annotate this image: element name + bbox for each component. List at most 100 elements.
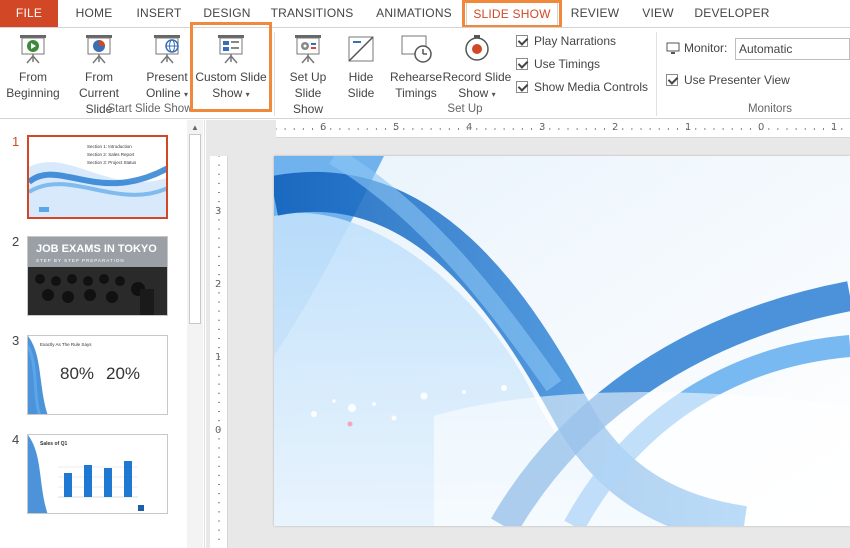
custom-slide-show-highlight <box>190 22 272 112</box>
rehearse-label-1: Rehearse <box>389 70 443 84</box>
vertical-ruler: 3 2 1 0 <box>210 156 228 548</box>
monitors-group-label: Monitors <box>747 103 793 115</box>
hide-slide-label-2: Slide <box>347 86 375 100</box>
from-beginning-label-2: Beginning <box>6 86 60 100</box>
set-up-slide-show-button[interactable]: Set Up Slide Show <box>278 32 338 117</box>
rehearse-label-2: Timings <box>395 86 437 100</box>
checkbox-checked-icon <box>516 81 528 93</box>
present-online-icon <box>154 35 180 64</box>
slide-number: 4 <box>12 432 20 447</box>
use-timings-label: Use Timings <box>534 57 601 71</box>
presenter-view-label: Use Presenter View <box>684 73 790 87</box>
ruler-label: 1 <box>215 352 222 363</box>
ruler-label: 1 <box>685 122 692 133</box>
present-online-label-1: Present <box>146 70 188 84</box>
tab-transitions[interactable]: TRANSITIONS <box>266 0 358 27</box>
tab-animations[interactable]: ANIMATIONS <box>368 0 460 27</box>
setup-label-1: Set Up <box>289 70 327 84</box>
slide-thumbnails-pane: 1 Section 1: Introduction Section 2: Sal… <box>0 120 205 548</box>
show-media-controls-checkbox[interactable]: Show Media Controls <box>516 80 648 94</box>
ruler-label: 4 <box>466 122 473 133</box>
ruler-label: 6 <box>320 122 327 133</box>
slide-1-line: Section 1: Introduction <box>87 144 132 149</box>
slide-3-value-1: 80% <box>60 364 95 383</box>
monitor-select[interactable]: Automatic <box>735 38 850 60</box>
slide-3-heading: Exactly As The Rule Says <box>40 342 92 347</box>
show-media-controls-label: Show Media Controls <box>534 80 649 94</box>
from-beginning-label-1: From <box>19 70 47 84</box>
tab-insert[interactable]: INSERT <box>130 0 188 27</box>
slide-4-title: Sales of Q1 <box>40 441 68 447</box>
checkbox-checked-icon <box>666 74 678 86</box>
setup-label-2: Slide Show <box>292 86 324 116</box>
horizontal-ruler: 6 5 4 3 2 1 0 1 <box>276 120 850 138</box>
checkbox-checked-icon <box>516 35 528 47</box>
slide-number: 1 <box>12 134 20 149</box>
group-separator <box>274 32 275 116</box>
rehearse-timings-icon <box>401 35 432 63</box>
from-beginning-button[interactable]: From Beginning <box>2 32 64 101</box>
slide-2-title: JOB EXAMS IN TOKYO <box>36 243 157 255</box>
checkbox-checked-icon <box>516 58 528 70</box>
present-online-dropdown-icon: ▾ <box>184 90 189 99</box>
slide-background-wave-art <box>274 156 850 526</box>
hide-slide-label-1: Hide <box>348 70 374 84</box>
slide-number: 2 <box>12 234 20 249</box>
slide-1-agenda: Section 1: Introduction Section 2: Sales… <box>87 143 136 167</box>
ruler-label: 0 <box>215 425 222 436</box>
monitor-label: Monitor: <box>684 41 728 55</box>
record-icon <box>465 35 489 61</box>
record-label-2: Show <box>458 86 489 100</box>
slide-3-value-2: 20% <box>106 364 141 383</box>
slide-thumbnail-4[interactable]: Sales of Q1 <box>27 434 168 514</box>
rehearse-timings-button[interactable]: Rehearse Timings <box>388 32 444 101</box>
ruler-label: 0 <box>758 122 765 133</box>
monitor-icon <box>666 42 680 54</box>
slide-show-tab-highlight <box>462 0 562 28</box>
group-separator <box>656 32 657 116</box>
ribbon: From Beginning From Current Slide Presen… <box>0 27 850 119</box>
record-dropdown-icon: ▾ <box>491 90 496 99</box>
slide-3-wave-art <box>28 336 48 414</box>
slide-thumbnail-2[interactable]: JOB EXAMS IN TOKYO STEP BY STEP PREPARAT… <box>27 236 168 316</box>
play-narrations-checkbox[interactable]: Play Narrations <box>516 34 616 48</box>
ruler-label: 2 <box>215 279 222 290</box>
slide-thumbnail-3[interactable]: Exactly As The Rule Says 80% 20% <box>27 335 168 415</box>
slide-number: 3 <box>12 333 20 348</box>
record-label-1: Record Slide <box>442 70 512 84</box>
ruler-label: 3 <box>539 122 546 133</box>
use-timings-checkbox[interactable]: Use Timings <box>516 57 600 71</box>
slide-editor: 6 5 4 3 2 1 0 1 3 2 1 0 <box>206 120 850 548</box>
scroll-up-icon[interactable]: ▲ <box>191 123 199 132</box>
ruler-label: 1 <box>831 122 838 133</box>
slide-1-line: Section 2: Sales Report <box>87 152 135 157</box>
from-current-label-1: From <box>85 70 113 84</box>
set-up-group-label: Set Up <box>447 103 483 115</box>
slideshow-play-icon <box>20 35 46 64</box>
slide-2-subtitle: STEP BY STEP PREPARATION <box>36 258 125 263</box>
slide-1-line: Section 3: Project Status <box>87 160 137 165</box>
use-presenter-view-checkbox[interactable]: Use Presenter View <box>666 73 790 87</box>
ruler-label: 2 <box>612 122 619 133</box>
thumbnails-scrollbar[interactable]: ▲ <box>187 120 203 548</box>
scrollbar-thumb[interactable] <box>189 134 201 324</box>
hide-slide-icon <box>348 36 374 62</box>
tab-home[interactable]: HOME <box>64 0 124 27</box>
setup-show-icon <box>295 35 321 64</box>
present-online-label-2: Online <box>145 86 181 100</box>
ribbon-tab-bar: FILE HOME INSERT DESIGN TRANSITIONS ANIM… <box>0 0 850 27</box>
record-slide-show-button[interactable]: Record Slide Show ▾ <box>442 32 512 103</box>
monitor-row: Monitor: <box>666 41 727 55</box>
present-online-button[interactable]: Present Online ▾ <box>140 32 194 103</box>
ruler-label: 5 <box>393 122 400 133</box>
tab-view[interactable]: VIEW <box>634 0 682 27</box>
ruler-label: 3 <box>215 206 222 217</box>
slide-thumbnail-1[interactable]: Section 1: Introduction Section 2: Sales… <box>27 135 168 219</box>
tab-developer[interactable]: DEVELOPER <box>692 0 772 27</box>
slide-canvas[interactable] <box>274 156 850 526</box>
tab-review[interactable]: REVIEW <box>566 0 624 27</box>
slideshow-current-icon <box>86 35 112 64</box>
play-narrations-label: Play Narrations <box>534 34 617 48</box>
hide-slide-button[interactable]: Hide Slide <box>340 32 382 101</box>
tab-file[interactable]: FILE <box>0 0 58 27</box>
